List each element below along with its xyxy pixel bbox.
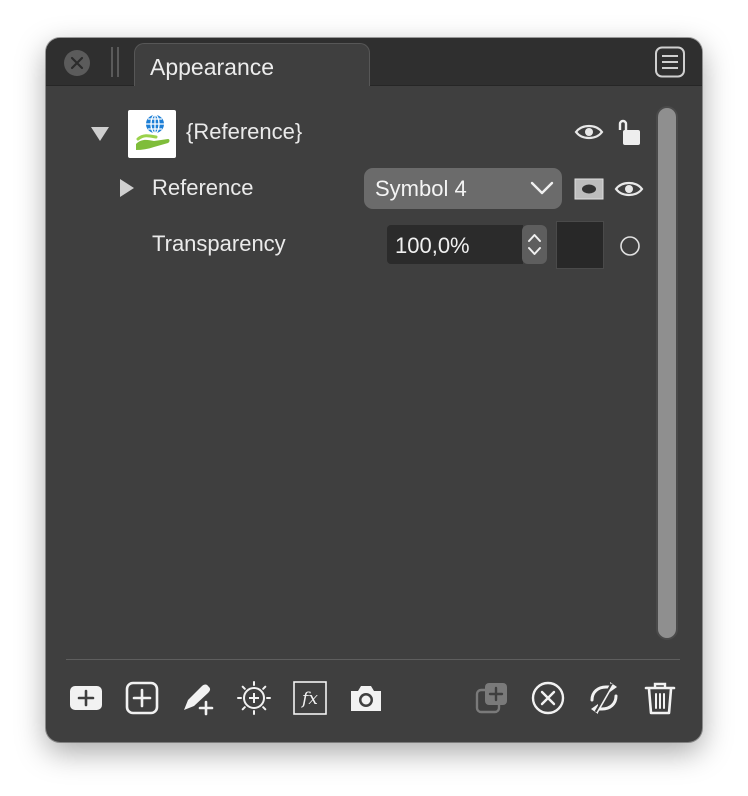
chevron-down-icon <box>530 181 554 195</box>
appearance-panel: Appearance {Reference} Reference Symbol … <box>46 38 702 742</box>
unlocked-icon[interactable] <box>614 116 646 148</box>
panel-titlebar: Appearance <box>46 38 702 86</box>
transparency-value: 100,0% <box>395 233 470 258</box>
chevron-right-icon[interactable] <box>118 178 136 198</box>
stepper-arrows-icon <box>528 234 541 255</box>
circle-icon[interactable] <box>619 235 641 257</box>
tab-appearance[interactable]: Appearance <box>134 43 370 86</box>
eye-icon[interactable] <box>574 121 604 143</box>
chevron-down-icon[interactable] <box>90 125 110 143</box>
add-target-icon[interactable] <box>236 680 272 716</box>
menu-icon <box>655 46 685 78</box>
mask-icon[interactable] <box>574 178 604 200</box>
transparency-label: Transparency <box>152 231 286 256</box>
add-icon[interactable] <box>68 680 104 716</box>
trash-icon[interactable] <box>642 680 678 716</box>
panel-menu-button[interactable] <box>654 46 686 78</box>
svg-text:fx: fx <box>300 689 318 709</box>
add-brush-icon[interactable] <box>180 680 216 716</box>
tab-appearance-label: Appearance <box>150 54 275 80</box>
reference-row-label: Reference <box>152 175 254 200</box>
drag-grip[interactable] <box>111 47 119 77</box>
symbol-select[interactable]: Symbol 4 <box>364 168 562 209</box>
clear-icon[interactable] <box>530 680 566 716</box>
close-icon <box>70 56 84 70</box>
close-button[interactable] <box>64 50 90 76</box>
scrollbar-thumb[interactable] <box>658 108 676 638</box>
toolbar-divider <box>66 659 680 660</box>
transparency-stepper[interactable] <box>522 225 547 264</box>
symbol-select-value: Symbol 4 <box>375 176 467 201</box>
globe-in-hand-icon <box>136 114 170 150</box>
sync-icon[interactable] <box>586 680 622 716</box>
vertical-scrollbar[interactable] <box>656 106 678 640</box>
duplicate-icon <box>475 683 507 714</box>
fx-icon[interactable]: fx <box>292 680 328 716</box>
reference-thumbnail <box>128 110 176 158</box>
root-item-label: {Reference} <box>186 119 303 144</box>
camera-icon[interactable] <box>348 680 384 716</box>
eye-icon[interactable] <box>614 178 644 200</box>
color-swatch[interactable] <box>556 221 604 269</box>
add-square-icon[interactable] <box>124 680 160 716</box>
transparency-input[interactable]: 100,0% <box>387 225 523 264</box>
